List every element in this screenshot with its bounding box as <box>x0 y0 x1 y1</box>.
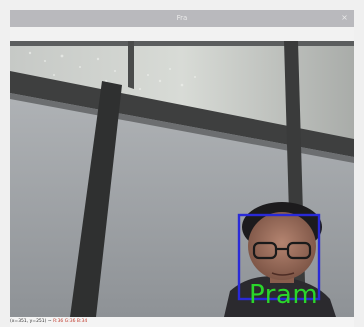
camera-frame <box>10 41 354 317</box>
close-button[interactable]: × <box>339 13 350 24</box>
cursor-coordinates: (x=351, y=251) ~ <box>10 319 52 324</box>
close-icon: × <box>341 13 348 22</box>
detection-label: Pram <box>249 280 319 310</box>
status-bar: (x=351, y=251) ~ R:36 G:36 B:34 <box>10 317 354 327</box>
frame-top <box>10 41 354 46</box>
status-readout: (x=351, y=251) ~ R:36 G:36 B:34 <box>10 318 87 325</box>
camera-feed[interactable]: Pram <box>10 41 354 317</box>
mullion-top <box>128 41 134 89</box>
pixel-rgb-value: R:36 G:36 B:34 <box>53 319 88 324</box>
window-title: Fra <box>176 14 188 22</box>
toolbar <box>10 27 354 41</box>
title-bar[interactable]: Fra × <box>10 10 354 27</box>
person-face <box>248 212 316 280</box>
app-window: Fra × Pram (x=351, y=251) ~ R:36 G:36 B:… <box>0 0 364 327</box>
